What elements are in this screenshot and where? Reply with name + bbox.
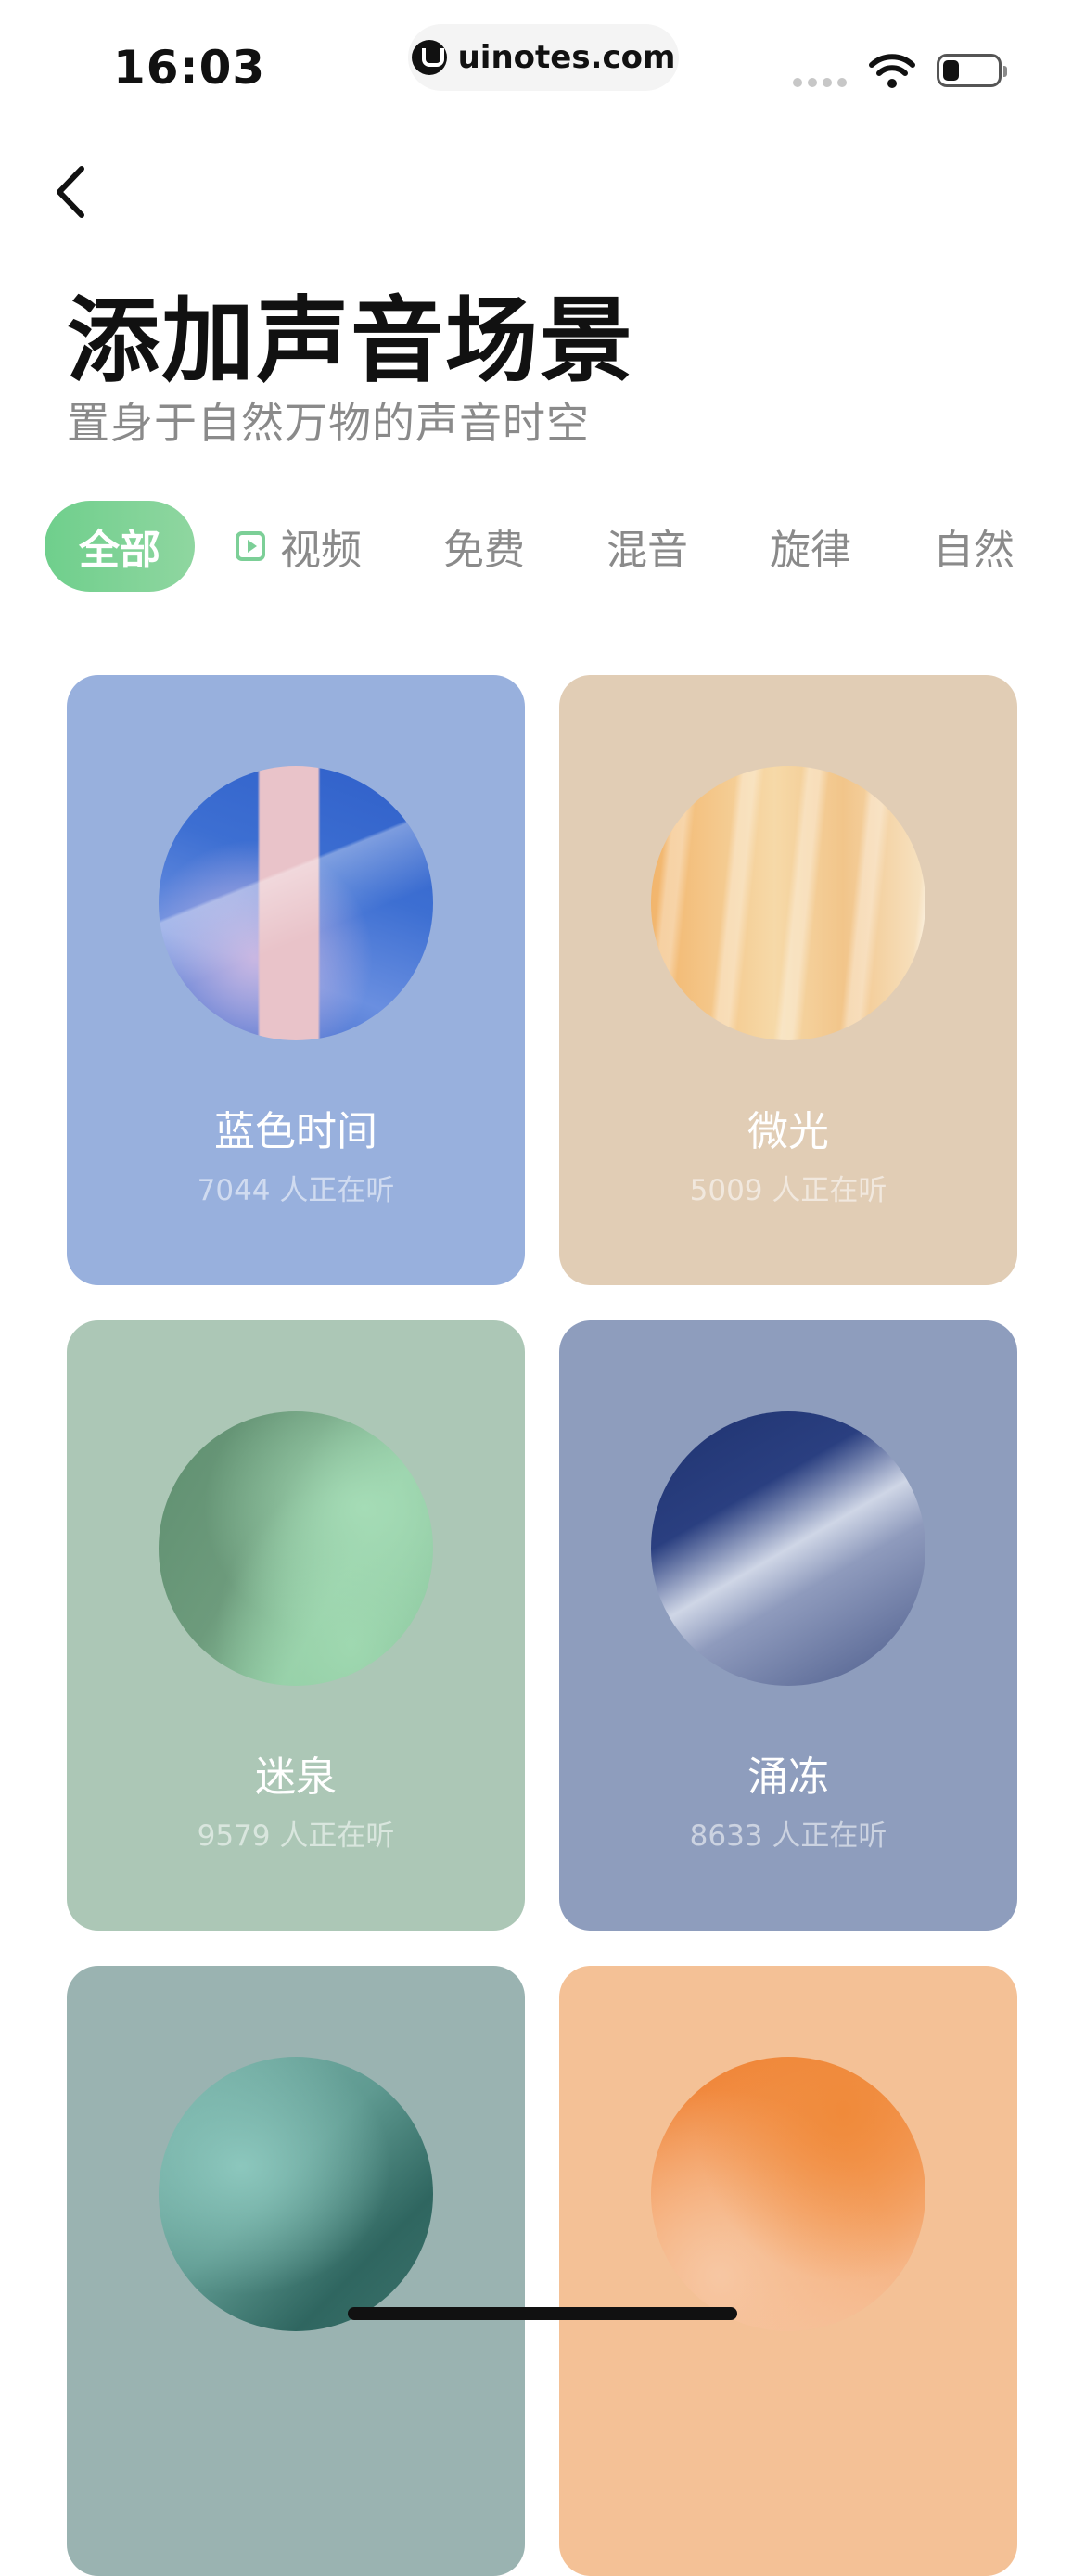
url-text: uinotes.com <box>457 39 676 76</box>
back-button[interactable] <box>41 159 106 224</box>
status-time: 16:03 <box>113 41 266 95</box>
tab-label: 自然 <box>933 527 1015 574</box>
site-logo-icon <box>411 40 447 75</box>
scene-artwork <box>651 766 925 1040</box>
scene-card[interactable]: 涌冻 8633 人正在听 <box>559 1320 1017 1931</box>
scene-artwork <box>159 2057 433 2331</box>
page-subtitle: 置身于自然万物的声音时空 <box>67 398 590 448</box>
tab-nature[interactable]: 自然 <box>933 501 1015 592</box>
battery-icon <box>937 54 1007 87</box>
scene-listeners: 5009 人正在听 <box>689 1174 887 1207</box>
tab-video[interactable]: 视频 <box>236 501 362 592</box>
tab-free[interactable]: 免费 <box>443 501 525 592</box>
tab-label: 混音 <box>606 527 688 574</box>
scene-card[interactable] <box>67 1966 525 2576</box>
tab-label: 全部 <box>79 527 160 574</box>
wifi-icon <box>869 54 915 88</box>
scene-artwork <box>651 2057 925 2331</box>
page-title: 添加声音场景 <box>67 287 634 395</box>
scene-artwork <box>651 1411 925 1686</box>
scene-card[interactable]: 微光 5009 人正在听 <box>559 675 1017 1285</box>
url-pill[interactable]: uinotes.com <box>408 24 679 91</box>
tab-label: 旋律 <box>770 527 851 574</box>
status-bar: 16:03 uinotes.com <box>0 0 1085 130</box>
scene-name: 迷泉 <box>255 1753 337 1801</box>
scene-listeners: 9579 人正在听 <box>197 1819 395 1853</box>
scene-artwork <box>159 766 433 1040</box>
cellular-signal-icon <box>793 78 847 87</box>
tab-label: 免费 <box>443 527 525 574</box>
scene-card[interactable] <box>559 1966 1017 2576</box>
scene-artwork <box>159 1411 433 1686</box>
scene-name: 涌冻 <box>747 1753 829 1801</box>
scene-listeners: 7044 人正在听 <box>197 1174 395 1207</box>
scene-card[interactable]: 迷泉 9579 人正在听 <box>67 1320 525 1931</box>
tab-melody[interactable]: 旋律 <box>770 501 851 592</box>
category-tabs: 全部 视频 免费 混音 旋律 自然 <box>0 501 1085 593</box>
scene-name: 蓝色时间 <box>214 1108 377 1155</box>
scene-card[interactable]: 蓝色时间 7044 人正在听 <box>67 675 525 1285</box>
scene-listeners: 8633 人正在听 <box>689 1819 887 1853</box>
tab-mix[interactable]: 混音 <box>606 501 688 592</box>
tab-all[interactable]: 全部 <box>45 501 195 592</box>
tab-label: 视频 <box>280 527 362 574</box>
scene-name: 微光 <box>747 1108 829 1155</box>
video-play-icon <box>236 531 265 561</box>
home-indicator <box>348 2307 737 2320</box>
